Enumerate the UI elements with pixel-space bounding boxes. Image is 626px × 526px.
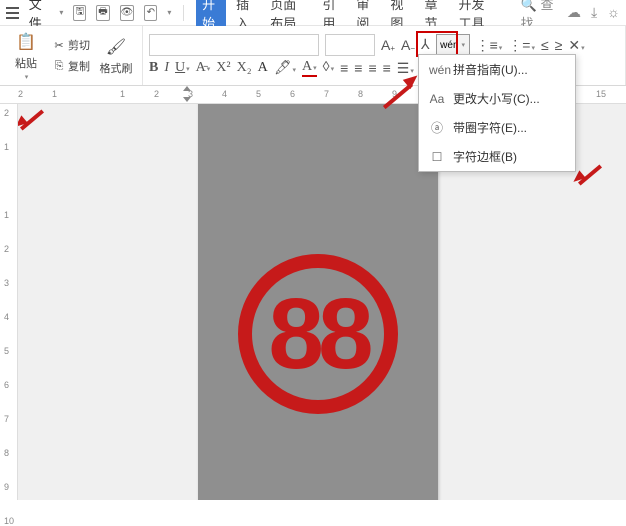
annotation-arrow-3	[18, 104, 48, 134]
annotation-arrow-2	[576, 159, 606, 189]
menu-item-label: 带圈字符(E)...	[453, 119, 527, 136]
chevron-down-icon: ▾	[462, 41, 466, 49]
subscript-button[interactable]: X₂	[237, 60, 252, 76]
phonetic-guide-dropdown-button[interactable]: wén ▾	[436, 34, 470, 56]
menu-item-pinyin-guide[interactable]: wén 拼音指南(U)...	[419, 55, 575, 84]
cut-button[interactable]: ✂剪切	[50, 36, 92, 54]
shading-button[interactable]: ◊▾	[323, 60, 334, 76]
ruler-tick: 1	[120, 89, 125, 99]
strikethrough-button[interactable]: A̵▾	[196, 60, 211, 76]
copy-label: 复制	[68, 58, 90, 74]
char-icon: wén	[440, 40, 458, 51]
pinyin-icon: wén	[429, 63, 445, 77]
ruler-tick: 4	[222, 89, 227, 99]
align-right-button[interactable]: ≡	[368, 60, 376, 76]
ruler-tick: 2	[4, 108, 9, 118]
ruler-tick: 3	[188, 89, 193, 99]
ruler-tick: 7	[4, 414, 9, 424]
ruler-tick: 5	[256, 89, 261, 99]
increase-font-button[interactable]: A+	[381, 37, 395, 53]
ruler-tick: 1	[4, 210, 9, 220]
copy-button[interactable]: ⎘复制	[50, 57, 92, 75]
menu-item-enclosed-char[interactable]: ⓐ 带圈字符(E)...	[419, 113, 575, 142]
bold-button[interactable]: B	[149, 60, 158, 76]
undo-icon[interactable]: ↶	[144, 5, 157, 21]
numbering-button[interactable]: ⋮=▾	[508, 37, 535, 54]
save-icon[interactable]: 🖫	[73, 5, 86, 21]
clipboard-icon: 📋	[15, 31, 37, 53]
menu-item-label: 字符边框(B)	[453, 148, 517, 165]
ruler-tick: 9	[4, 482, 9, 492]
sun-icon[interactable]: ☼	[607, 4, 620, 21]
superscript-button[interactable]: X²	[216, 60, 230, 76]
ruler-tick: 4	[4, 312, 9, 322]
enclosing-circle: 88	[238, 254, 398, 414]
decrease-font-button[interactable]: A−	[401, 37, 415, 53]
border-icon: ☐	[429, 150, 445, 164]
format-painter-button[interactable]: 🖌 格式刷	[96, 36, 136, 76]
paste-label: 粘贴	[15, 55, 37, 71]
ruler-tick: 15	[596, 89, 606, 99]
ruler-tick: 5	[4, 346, 9, 356]
clipboard-group: 📋 粘贴▾ ✂剪切 ⎘复制 🖌 格式刷	[0, 26, 143, 85]
align-left-button[interactable]: ≡	[340, 60, 348, 76]
undo-caret-icon: ▾	[167, 8, 171, 17]
menubar: 文件 ▾ 🖫 🖶 👁 ↶ ▾ 开始 插入 页面布局 引用 审阅 视图 章节 开发…	[0, 0, 626, 26]
paste-button[interactable]: 📋 粘贴▾	[6, 31, 46, 81]
cloud-icon[interactable]: ☁	[567, 4, 581, 21]
enclosed-character: 88	[238, 254, 398, 414]
ruler-tick: 2	[154, 89, 159, 99]
ruler-tick: 10	[4, 516, 14, 526]
ruler-tick: 7	[324, 89, 329, 99]
ruler-tick: 8	[358, 89, 363, 99]
ruler-tick: 2	[18, 89, 23, 99]
italic-button[interactable]: I	[164, 60, 169, 76]
font-color-button[interactable]: A	[258, 60, 268, 76]
menu-item-label: 更改大小写(C)...	[453, 90, 540, 107]
file-caret-icon: ▾	[59, 8, 63, 17]
arrow-down-icon[interactable]: ⤓	[591, 4, 597, 21]
text-color-button[interactable]: A▾	[302, 59, 317, 77]
preview-icon[interactable]: 👁	[120, 5, 135, 21]
highlight-button[interactable]: 🖋▾	[274, 60, 296, 77]
ruler-tick: 6	[4, 380, 9, 390]
menu-separator	[183, 5, 184, 21]
enclosed-text: 88	[268, 284, 367, 384]
cut-label: 剪切	[68, 37, 90, 53]
print-icon[interactable]: 🖶	[96, 5, 109, 21]
font-size-select[interactable]	[325, 34, 375, 56]
brush-icon: 🖌	[105, 36, 127, 58]
underline-button[interactable]: U▾	[175, 60, 190, 76]
phonetic-dropdown-menu: wén 拼音指南(U)... Aa 更改大小写(C)... ⓐ 带圈字符(E).…	[418, 54, 576, 172]
ruler-tick: 1	[52, 89, 57, 99]
scissors-icon: ✂	[52, 38, 66, 52]
menu-item-change-case[interactable]: Aa 更改大小写(C)...	[419, 84, 575, 113]
vertical-ruler[interactable]: 2112345678910	[0, 104, 18, 500]
menu-item-label: 拼音指南(U)...	[453, 61, 528, 78]
enclosed-icon: ⓐ	[429, 119, 445, 136]
page: 88	[198, 104, 438, 500]
ruler-tick: 3	[4, 278, 9, 288]
hamburger-icon[interactable]	[6, 7, 19, 19]
annotation-arrow-1	[378, 74, 418, 114]
ruler-tick: 8	[4, 448, 9, 458]
spacing-button[interactable]: ✕▾	[568, 37, 584, 54]
bullets-button[interactable]: ⋮≡▾	[476, 37, 503, 54]
menu-item-char-border[interactable]: ☐ 字符边框(B)	[419, 142, 575, 171]
clear-format-button[interactable]: ⅄	[421, 37, 430, 54]
format-painter-label: 格式刷	[100, 60, 133, 76]
titlebar-right-icons: ☁ ⤓ ☼	[567, 4, 620, 21]
ruler-tick: 2	[4, 244, 9, 254]
decrease-indent-button[interactable]: ≤	[541, 37, 549, 53]
copy-icon: ⎘	[52, 59, 66, 73]
increase-indent-button[interactable]: ≥	[555, 37, 563, 53]
ruler-tick: 6	[290, 89, 295, 99]
align-center-button[interactable]: ≡	[354, 60, 362, 76]
font-family-select[interactable]	[149, 34, 319, 56]
ruler-tick: 1	[4, 142, 9, 152]
case-icon: Aa	[429, 92, 445, 106]
